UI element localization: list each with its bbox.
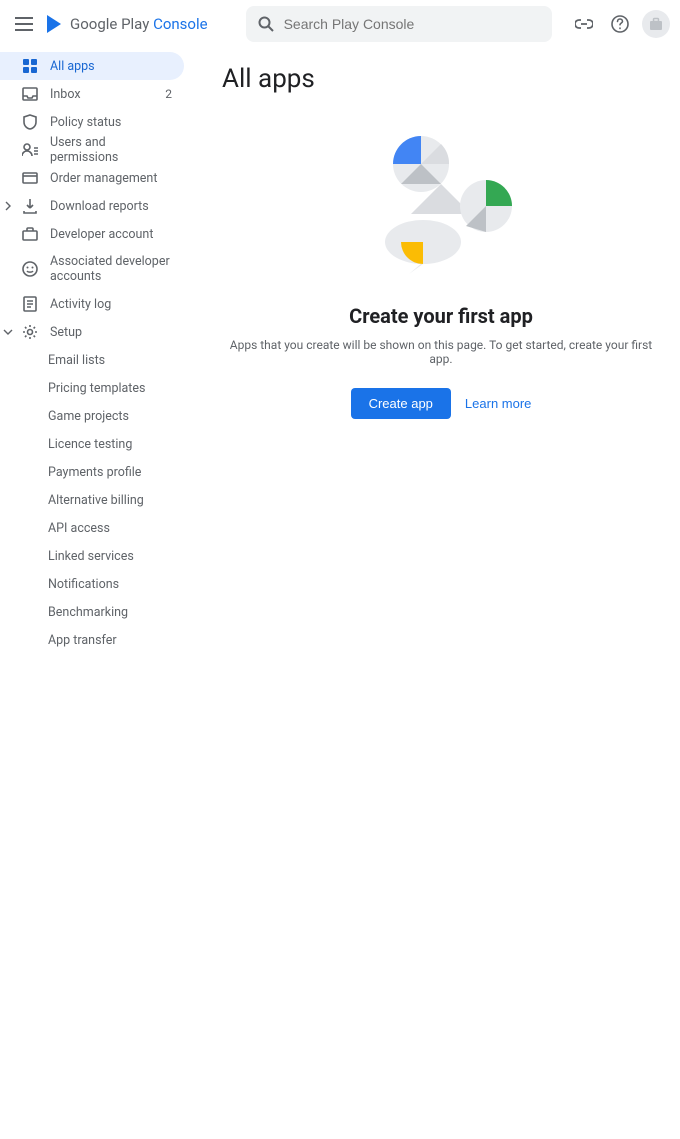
search-icon <box>258 16 274 32</box>
shield-icon <box>20 112 40 132</box>
play-logo-icon <box>46 14 64 34</box>
nav-label: Download reports <box>50 199 149 214</box>
nav-inbox[interactable]: Inbox 2 <box>0 80 184 108</box>
logo[interactable]: Google Play Console <box>46 14 208 34</box>
empty-state: Create your first app Apps that you crea… <box>222 114 660 419</box>
empty-state-title: Create your first app <box>222 304 660 328</box>
header-actions <box>570 10 670 38</box>
nav-users-permissions[interactable]: Users and permissions <box>0 136 184 164</box>
search-bar[interactable] <box>246 6 552 42</box>
menu-button[interactable] <box>10 10 38 38</box>
empty-state-description: Apps that you create will be shown on th… <box>222 338 660 366</box>
empty-state-actions: Create app Learn more <box>222 388 660 419</box>
chevron-right-icon <box>2 200 14 212</box>
nav-setup[interactable]: Setup <box>0 318 184 346</box>
nav-label: Developer account <box>50 227 153 242</box>
nav-all-apps[interactable]: All apps <box>0 52 184 80</box>
nav-sub-payments-profile[interactable]: Payments profile <box>0 458 198 486</box>
card-icon <box>20 168 40 188</box>
inbox-badge: 2 <box>165 87 172 101</box>
link-button[interactable] <box>570 10 598 38</box>
nav-activity-log[interactable]: Activity log <box>0 290 184 318</box>
face-icon <box>20 259 40 279</box>
learn-more-link[interactable]: Learn more <box>465 396 531 411</box>
nav-sub-app-transfer[interactable]: App transfer <box>0 626 198 654</box>
nav-label: Users and permissions <box>50 135 172 165</box>
chevron-down-icon <box>2 326 14 338</box>
briefcase-icon <box>649 17 663 31</box>
nav-sub-notifications[interactable]: Notifications <box>0 570 198 598</box>
account-avatar[interactable] <box>642 10 670 38</box>
apps-grid-icon <box>20 56 40 76</box>
inbox-icon <box>20 84 40 104</box>
sidebar: All apps Inbox 2 Policy status Users and… <box>0 48 198 654</box>
nav-sub-email-lists[interactable]: Email lists <box>0 346 198 374</box>
nav-policy-status[interactable]: Policy status <box>0 108 184 136</box>
help-button[interactable] <box>606 10 634 38</box>
nav-sub-licence-testing[interactable]: Licence testing <box>0 430 198 458</box>
nav-sub-linked-services[interactable]: Linked services <box>0 542 198 570</box>
header: Google Play Console <box>0 0 680 48</box>
empty-illustration <box>351 124 531 284</box>
nav-order-management[interactable]: Order management <box>0 164 184 192</box>
nav-associated-accounts[interactable]: Associated developer accounts <box>0 248 184 290</box>
nav-label: Order management <box>50 171 157 186</box>
nav-sub-pricing-templates[interactable]: Pricing templates <box>0 374 198 402</box>
create-app-button[interactable]: Create app <box>351 388 451 419</box>
logo-text: Google Play Console <box>70 15 208 33</box>
briefcase-icon <box>20 224 40 244</box>
nav-label: All apps <box>50 59 95 74</box>
nav-label: Inbox <box>50 87 81 102</box>
download-icon <box>20 196 40 216</box>
nav-label: Policy status <box>50 115 121 130</box>
nav-sub-game-projects[interactable]: Game projects <box>0 402 198 430</box>
nav-sub-alternative-billing[interactable]: Alternative billing <box>0 486 198 514</box>
nav-label: Setup <box>50 325 82 340</box>
page-title: All apps <box>222 64 660 94</box>
gear-icon <box>20 322 40 342</box>
users-icon <box>20 140 40 160</box>
hamburger-icon <box>15 17 33 31</box>
link-icon <box>575 19 593 29</box>
nav-developer-account[interactable]: Developer account <box>0 220 184 248</box>
nav-label: Associated developer accounts <box>50 254 172 284</box>
nav-download-reports[interactable]: Download reports <box>0 192 184 220</box>
help-icon <box>611 15 629 33</box>
nav-label: Activity log <box>50 297 111 312</box>
nav-sub-api-access[interactable]: API access <box>0 514 198 542</box>
search-input[interactable] <box>284 16 540 32</box>
log-icon <box>20 294 40 314</box>
main-content: All apps Create your first app <box>198 48 680 654</box>
nav-sub-benchmarking[interactable]: Benchmarking <box>0 598 198 626</box>
